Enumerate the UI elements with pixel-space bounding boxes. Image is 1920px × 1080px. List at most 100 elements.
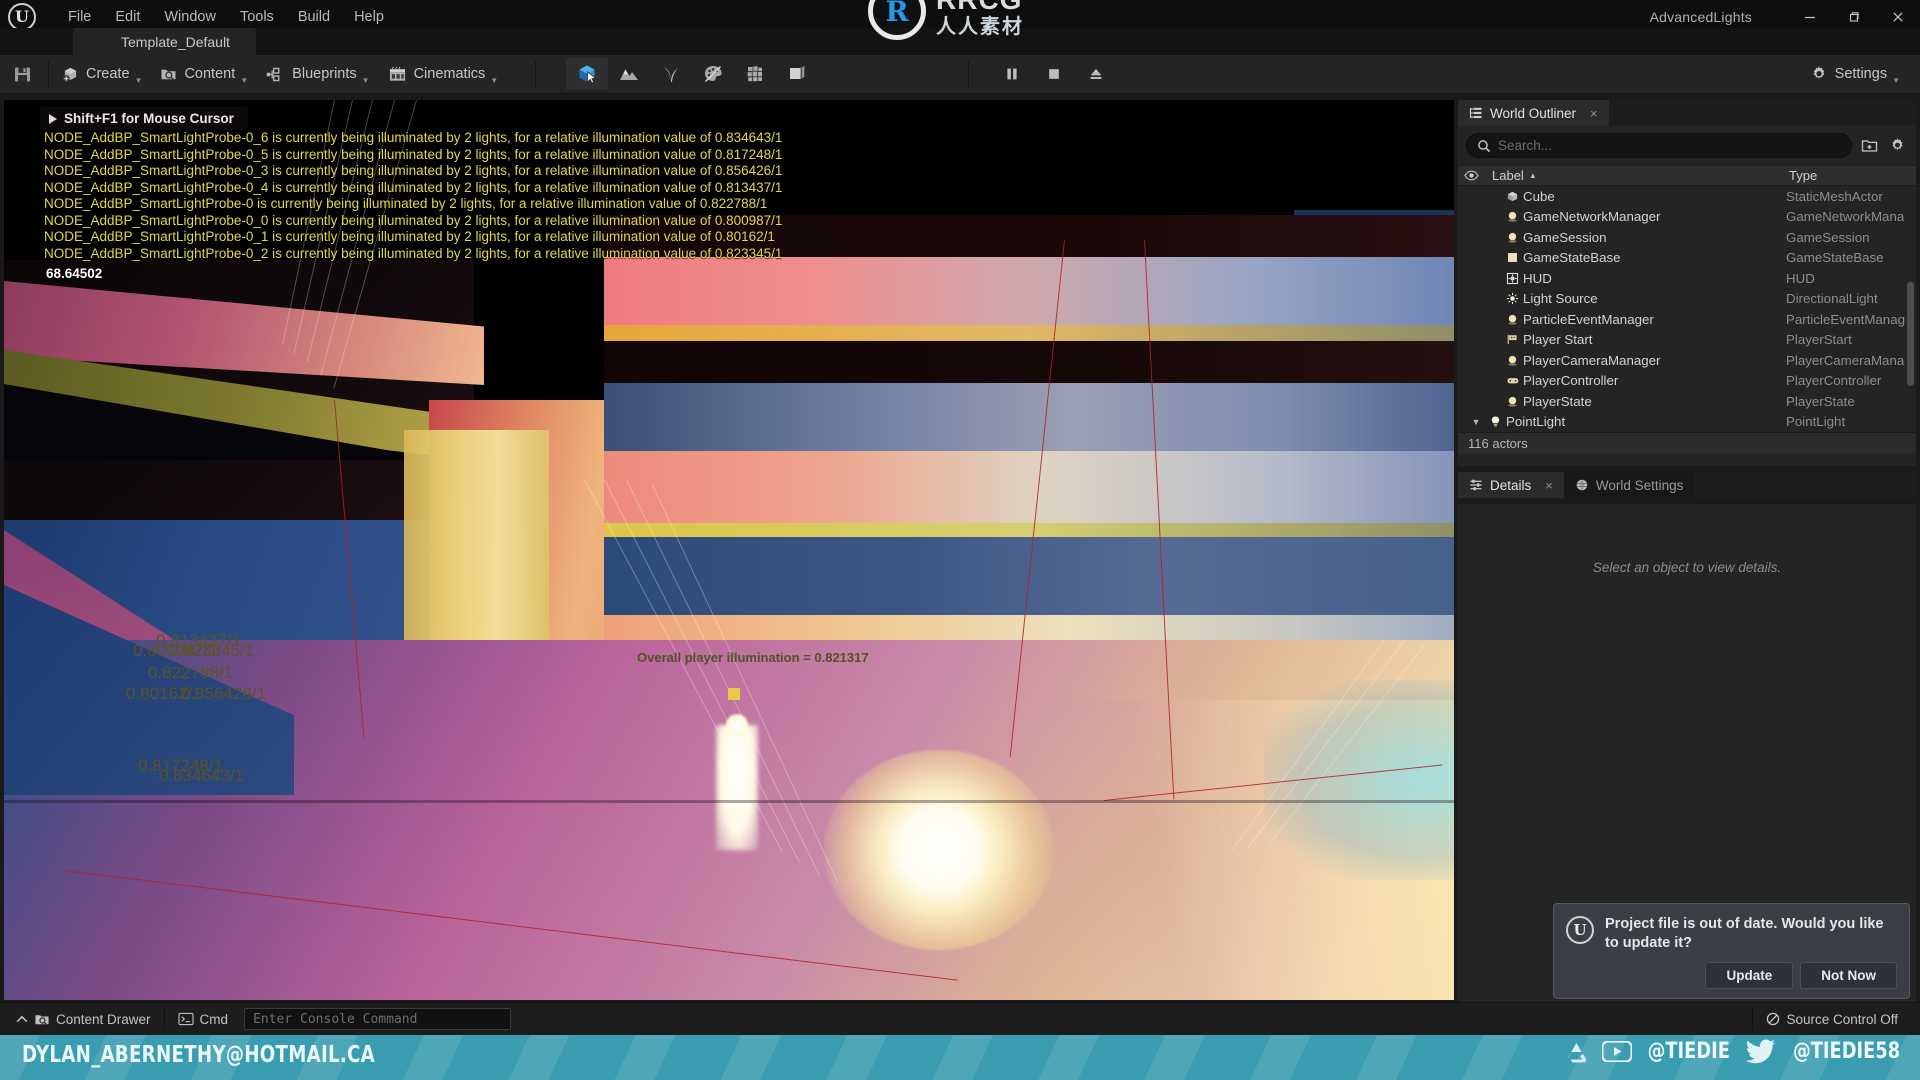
outliner-row-gamesession[interactable]: GameSession GameSession [1458,227,1916,248]
outliner-column-type[interactable]: Type [1784,168,1916,183]
viewport-fps-counter: 68.64502 [46,266,103,281]
chevron-down-icon[interactable]: ▼ [1467,417,1485,427]
menu-file[interactable]: File [56,5,103,29]
log-line: NODE_AddBP_SmartLightProbe-0_1 is curren… [44,229,775,244]
play-controls-group [991,58,1117,90]
rrcg-subtitle: 人人素材 [936,15,1024,38]
main-toolbar: Create ▼ Content ▼ Blueprints ▼ Cinemati… [0,55,1920,94]
menu-help[interactable]: Help [342,5,396,29]
outliner-row-type: ParticleEventManag [1786,311,1905,327]
probe-value-label: 0.856426/1 [181,684,267,703]
rrcg-watermark: R RRCG 人人素材 [868,0,1024,40]
menu-build[interactable]: Build [286,5,342,29]
not-now-button[interactable]: Not Now [1800,962,1897,989]
tab-world-settings[interactable]: World Settings [1563,472,1695,498]
outliner-actor-count: 116 actors [1458,432,1916,454]
outliner-row-light-source[interactable]: Light Source DirectionalLight [1458,289,1916,310]
tab-world-outliner[interactable]: World Outliner × [1458,100,1609,126]
gear-icon [1813,66,1825,79]
artstation-icon [1565,1041,1591,1063]
log-line: NODE_AddBP_SmartLightProbe-0_2 is curren… [44,245,783,261]
probe-value-label: 0.822788/1 [148,663,234,682]
foliage-mode-icon[interactable] [650,58,692,90]
save-icon[interactable] [0,55,44,94]
outliner-scrollbar[interactable] [1907,282,1914,386]
select-mode-icon[interactable] [566,58,609,90]
point-light-glow [824,750,1054,950]
outliner-row-label: ParticleEventManager [1523,311,1654,327]
chevron-down-icon[interactable]: ▼ [1892,76,1900,85]
player-character-head [726,714,748,738]
close-icon[interactable]: × [1590,106,1598,121]
window-title: AdvancedLights [1649,8,1752,25]
chevron-down-icon[interactable]: ▼ [135,76,143,85]
actor-sphere-icon [1502,231,1523,244]
outliner-row-type: PlayerCameraMana [1786,352,1905,368]
console-command-input[interactable] [244,1008,512,1030]
scene-shelf-3 [604,451,1454,523]
cmd-button[interactable]: Cmd [168,1006,239,1032]
outliner-row-player-start[interactable]: Player Start PlayerStart [1458,330,1916,351]
pause-button[interactable] [991,58,1033,90]
create-button[interactable]: Create ▼ [53,59,151,89]
scene-shelf-1 [604,257,1454,325]
new-folder-icon[interactable] [1858,135,1880,157]
tab-details[interactable]: Details × [1458,472,1564,498]
status-bar: Content Drawer Cmd Source Control Off [0,1002,1920,1035]
brush-edit-mode-icon[interactable] [776,58,818,90]
sort-ascending-icon: ▲ [1528,171,1537,180]
content-folder-icon [161,69,176,80]
fracture-mode-icon[interactable] [734,58,776,90]
scene-shelf-1-edge [604,325,1454,341]
outliner-row-gamestatebase[interactable]: GameStateBase GameStateBase [1458,248,1916,269]
outliner-row-gamenetworkmanager[interactable]: GameNetworkManager GameNetworkMana [1458,207,1916,228]
cinematics-button-label: Cinematics [413,66,486,82]
update-button[interactable]: Update [1705,962,1794,989]
eject-button[interactable] [1075,58,1117,90]
log-line: NODE_AddBP_SmartLightProbe-0_3 is curren… [44,163,783,178]
content-button[interactable]: Content ▼ [151,59,257,89]
tab-world-outliner-label: World Outliner [1490,105,1577,121]
outliner-list[interactable]: Cube StaticMeshActor GameNetworkManager … [1458,186,1916,432]
outliner-column-label[interactable]: Label ▲ [1484,168,1784,183]
gear-icon[interactable] [1886,135,1908,157]
mesh-paint-mode-icon[interactable] [692,58,734,90]
create-cube-icon [62,67,77,82]
outliner-row-hud[interactable]: HUD HUD [1458,268,1916,289]
blueprints-button[interactable]: Blueprints ▼ [257,59,378,89]
source-control-button[interactable]: Source Control Off [1756,1006,1908,1032]
outliner-row-pointlight[interactable]: ▼ PointLight PointLight [1458,412,1916,433]
eye-icon[interactable] [1458,170,1484,181]
actor-sphere-icon [1502,395,1523,408]
settings-button[interactable]: Settings ▼ [1800,59,1910,89]
level-viewport[interactable]: Shift+F1 for Mouse Cursor NODE_AddBP_Sma… [4,100,1454,1000]
level-tab-template-default[interactable]: Template_Default [73,28,256,55]
outliner-row-playerstate[interactable]: PlayerState PlayerState [1458,391,1916,412]
outliner-row-playercontroller[interactable]: PlayerController PlayerController [1458,371,1916,392]
stop-button[interactable] [1033,58,1075,90]
toast-actions: Update Not Now [1566,962,1897,989]
chevron-down-icon[interactable]: ▼ [240,76,248,85]
menu-window[interactable]: Window [152,5,228,29]
content-drawer-button[interactable]: Content Drawer [6,1006,161,1032]
chevron-down-icon[interactable]: ▼ [362,76,370,85]
close-icon[interactable]: × [1545,478,1553,493]
outliner-row-type: PlayerController [1786,373,1882,389]
chevron-down-icon[interactable]: ▼ [490,76,498,85]
outliner-search-input[interactable] [1498,138,1841,153]
probe-value-label: 0.834643/1 [159,766,245,785]
outliner-row-playercameramanager[interactable]: PlayerCameraManager PlayerCameraMana [1458,350,1916,371]
menu-tools[interactable]: Tools [228,5,286,29]
outliner-search-box[interactable] [1466,133,1852,158]
landscape-mode-icon[interactable] [608,58,650,90]
content-drawer-icon [34,1012,50,1027]
outliner-row-label: GameNetworkManager [1523,209,1661,225]
cinematics-button[interactable]: Cinematics ▼ [379,59,508,89]
outliner-row-cube[interactable]: Cube StaticMeshActor [1458,186,1916,207]
probe-value-label: 0.823345/1 [169,641,255,660]
outliner-row-particleeventmanager[interactable]: ParticleEventManager ParticleEventManag [1458,309,1916,330]
log-line: NODE_AddBP_SmartLightProbe-0_4 is curren… [44,179,783,195]
menu-edit[interactable]: Edit [103,5,152,29]
status-divider-2 [1752,1008,1754,1030]
outliner-row-type: PlayerState [1786,393,1855,409]
